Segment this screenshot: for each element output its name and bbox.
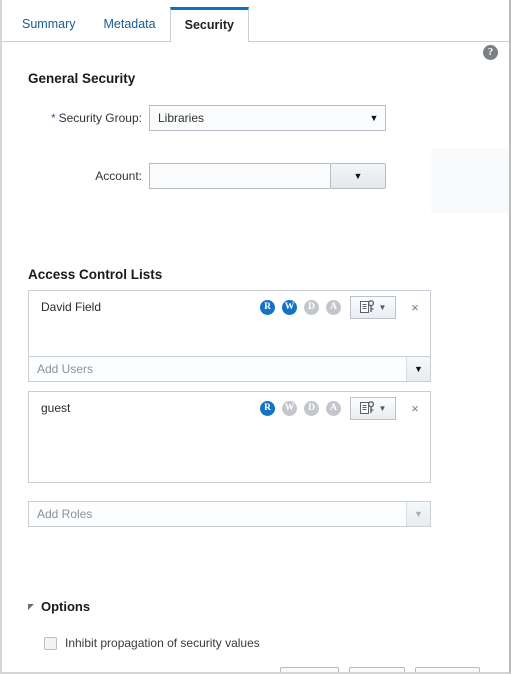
permission-write-badge[interactable]: W bbox=[282, 400, 297, 416]
account-label: Account: bbox=[95, 169, 142, 183]
inhibit-propagation-label: Inhibit propagation of security values bbox=[65, 636, 260, 650]
chevron-down-icon: ▼ bbox=[378, 403, 387, 413]
inhibit-propagation-checkbox[interactable] bbox=[44, 636, 57, 650]
security-group-select[interactable]: Libraries ▼ bbox=[149, 105, 386, 131]
account-select[interactable]: ▼ bbox=[149, 163, 386, 189]
security-group-label: Security Group: bbox=[58, 111, 142, 125]
document-key-icon bbox=[359, 300, 374, 313]
account-dropdown-button[interactable]: ▼ bbox=[330, 163, 386, 189]
account-row: Account: ▼ bbox=[28, 163, 408, 189]
inhibit-propagation-row: Inhibit propagation of security values bbox=[44, 636, 260, 650]
security-group-value: Libraries bbox=[158, 111, 205, 125]
acl-user-remove-icon[interactable]: × bbox=[406, 300, 424, 315]
account-value[interactable] bbox=[149, 163, 330, 189]
chevron-down-icon: ▼ bbox=[378, 302, 387, 312]
permission-delete-badge[interactable]: D bbox=[304, 400, 319, 416]
access-control-lists-heading: Access Control Lists bbox=[28, 267, 163, 282]
reset-button[interactable]: Reset bbox=[279, 667, 339, 672]
permission-delete-badge[interactable]: D bbox=[304, 299, 319, 315]
cancel-button[interactable]: Cancel bbox=[414, 667, 480, 672]
tab-summary-label: Summary bbox=[22, 17, 76, 31]
acl-role-remove-icon[interactable]: × bbox=[406, 401, 424, 416]
chevron-down-icon: ▼ bbox=[369, 113, 379, 123]
save-button[interactable]: Save bbox=[348, 667, 405, 672]
add-users-placeholder: Add Users bbox=[37, 362, 94, 376]
tab-strip: Summary Metadata Security bbox=[2, 0, 509, 42]
chevron-down-icon[interactable]: ▼ bbox=[406, 502, 430, 526]
acl-role-permissions: R W D A bbox=[260, 400, 341, 416]
tab-security-label: Security bbox=[184, 18, 234, 32]
permission-read-badge[interactable]: R bbox=[260, 400, 275, 416]
acl-role-row: guest R W D A ▼ × bbox=[29, 392, 430, 424]
security-page: Summary Metadata Security ? General Secu… bbox=[0, 0, 511, 674]
document-key-icon bbox=[359, 401, 374, 414]
tab-summary[interactable]: Summary bbox=[8, 9, 89, 41]
chevron-down-icon: ▼ bbox=[353, 171, 363, 181]
add-roles-select[interactable]: Add Roles ▼ bbox=[28, 501, 431, 527]
add-users-select[interactable]: Add Users ▼ bbox=[28, 356, 431, 382]
options-heading: Options bbox=[41, 599, 91, 614]
acl-user-row: David Field R W D A ▼ × bbox=[29, 291, 430, 323]
acl-user-permissions: R W D A bbox=[260, 299, 341, 315]
permission-read-badge[interactable]: R bbox=[260, 299, 275, 315]
help-question-icon[interactable]: ? bbox=[483, 45, 498, 60]
permission-write-badge[interactable]: W bbox=[282, 299, 297, 315]
add-roles-placeholder: Add Roles bbox=[37, 507, 93, 521]
general-security-heading: General Security bbox=[28, 71, 136, 86]
tab-metadata[interactable]: Metadata bbox=[89, 9, 169, 41]
collapse-triangle-icon bbox=[28, 603, 34, 610]
tab-security[interactable]: Security bbox=[169, 7, 249, 42]
form-action-buttons: Reset Save Cancel bbox=[279, 667, 480, 672]
acl-role-name: guest bbox=[41, 401, 71, 415]
security-group-row: * Security Group: Libraries ▼ bbox=[28, 105, 408, 131]
security-form: General Security * Security Group: Libra… bbox=[2, 43, 509, 672]
chevron-down-icon[interactable]: ▼ bbox=[406, 357, 430, 381]
options-section-toggle[interactable]: Options bbox=[28, 599, 90, 614]
tab-metadata-label: Metadata bbox=[103, 17, 156, 31]
acl-roles-box: guest R W D A ▼ × bbox=[28, 391, 431, 483]
acl-user-key-button[interactable]: ▼ bbox=[350, 295, 396, 319]
acl-role-key-button[interactable]: ▼ bbox=[350, 396, 396, 420]
permission-admin-badge[interactable]: A bbox=[326, 400, 341, 416]
acl-user-name: David Field bbox=[41, 300, 102, 314]
required-marker-icon: * bbox=[50, 111, 56, 125]
permission-admin-badge[interactable]: A bbox=[326, 299, 341, 315]
